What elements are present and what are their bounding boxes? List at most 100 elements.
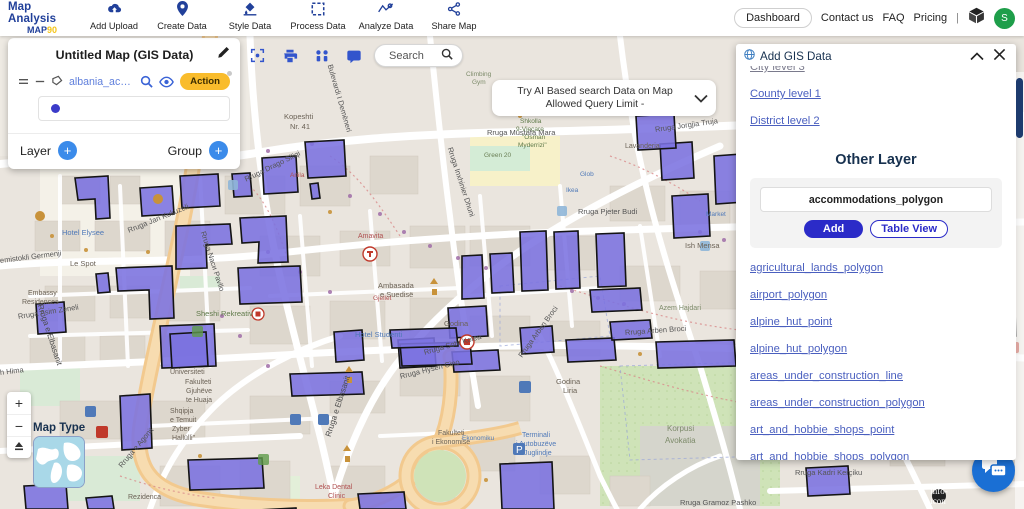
map-search-input[interactable]: Search xyxy=(374,44,463,67)
svg-text:P: P xyxy=(516,445,523,456)
comment-icon[interactable] xyxy=(342,44,365,67)
ai-search-bar[interactable]: Try AI Based search Data on Map Allowed … xyxy=(492,80,716,116)
admin-link-county-level-1[interactable]: County level 1 xyxy=(750,80,1002,107)
nav-process-data[interactable]: Process Data xyxy=(284,0,352,36)
eye-icon[interactable] xyxy=(159,76,174,88)
fullscreen-icon[interactable] xyxy=(246,44,269,67)
nav-analyze-data[interactable]: Analyze Data xyxy=(352,0,420,36)
nav-label: Style Data xyxy=(228,21,272,31)
nav-label: Analyze Data xyxy=(358,21,414,31)
page-scrollbar-thumb[interactable] xyxy=(1016,78,1023,138)
close-icon[interactable] xyxy=(991,48,1008,64)
chevron-up-icon[interactable] xyxy=(968,48,986,64)
map-pin-icon xyxy=(148,0,216,17)
other-layer-heading: Other Layer xyxy=(835,152,917,168)
ai-search-line1: Try AI Based search Data on Map xyxy=(517,86,673,97)
selected-layer-box: accommodations_polygon Add Table View xyxy=(750,178,1002,248)
search-icon xyxy=(441,48,453,63)
pricing-link[interactable]: Pricing xyxy=(914,12,948,24)
cloud-upload-icon xyxy=(80,0,148,16)
compass-icon[interactable] xyxy=(7,436,31,458)
cube-icon[interactable] xyxy=(968,7,985,29)
add-group-label: Group xyxy=(167,143,202,158)
map-type-thumbnail[interactable] xyxy=(33,436,86,488)
add-layer-button[interactable]: Layer + xyxy=(20,141,77,160)
pencil-icon[interactable] xyxy=(217,46,230,64)
main-nav: Add Upload Create Data Style Data Proces… xyxy=(80,0,488,36)
ai-search-text: Try AI Based search Data on Map Allowed … xyxy=(500,85,690,111)
zoom-to-layer-icon[interactable] xyxy=(140,75,153,88)
chevron-down-icon[interactable] xyxy=(690,91,708,106)
map-search-placeholder: Search xyxy=(389,49,424,62)
app-header: Map Analysis MAP90 Add Upload Create Dat… xyxy=(0,0,1024,36)
nav-label: Process Data xyxy=(290,21,346,31)
header-separator: | xyxy=(956,12,959,24)
zoom-out-button[interactable]: − xyxy=(7,414,31,436)
selected-layer-actions: Add Table View xyxy=(760,220,992,238)
add-gis-data-scroll-area[interactable]: City level 3 County level 1 District lev… xyxy=(736,66,1016,460)
add-group-button[interactable]: Group + xyxy=(168,141,228,160)
contact-us-link[interactable]: Contact us xyxy=(821,12,874,24)
add-layer-label: Layer xyxy=(20,143,51,158)
printer-icon[interactable] xyxy=(278,44,301,67)
admin-link-city-level-3[interactable]: City level 3 xyxy=(750,66,1002,80)
layer-link-art-and-hobbie-shops-polygon[interactable]: art_and_hobbie_shops_polygon xyxy=(750,443,1002,460)
style-color-dot xyxy=(51,104,60,113)
drag-handle-icon[interactable] xyxy=(18,75,29,89)
polygon-icon[interactable] xyxy=(51,75,63,89)
chart-line-icon xyxy=(352,0,420,16)
measure-icon[interactable] xyxy=(310,44,333,67)
map-type-switcher: Map Type xyxy=(33,422,85,488)
map-type-label: Map Type xyxy=(33,422,86,434)
chat-bubbles-icon xyxy=(981,457,1007,484)
nav-create-data[interactable]: Create Data xyxy=(148,0,216,36)
ai-search-line2: Allowed Query Limit - xyxy=(545,99,645,110)
layer-link-agricultural-lands-polygon[interactable]: agricultural_lands_polygon xyxy=(750,254,1002,281)
nav-label: Add Upload xyxy=(89,21,138,31)
add-gis-data-panel: Add GIS Data City level 3 County level 1… xyxy=(736,44,1016,460)
plus-icon: + xyxy=(58,141,77,160)
layer-link-areas-under-construction-polygon[interactable]: areas_under_construction_polygon xyxy=(750,389,1002,416)
info-icon[interactable]: info-icon xyxy=(930,486,948,506)
nav-label: Create Data xyxy=(157,21,207,31)
globe-icon xyxy=(744,49,755,63)
selected-layer-input[interactable]: accommodations_polygon xyxy=(760,187,992,212)
logo-title: Map Analysis xyxy=(8,0,57,25)
layer-link-airport-polygon[interactable]: airport_polygon xyxy=(750,281,1002,308)
layer-action-button[interactable]: Action xyxy=(180,71,232,90)
zoom-in-button[interactable]: + xyxy=(7,392,31,414)
layers-panel: Untitled Map (GIS Data) albania_accom...… xyxy=(8,38,240,169)
paint-bucket-icon xyxy=(216,0,284,16)
map-zoom-controls: + − xyxy=(7,392,31,458)
logo-subtitle: MAP90 xyxy=(26,24,57,35)
header-right: Dashboard Contact us FAQ Pricing | S xyxy=(734,7,1024,29)
add-button[interactable]: Add xyxy=(803,220,864,238)
collapse-icon[interactable] xyxy=(35,75,45,89)
map-toolbar: Search xyxy=(246,44,463,67)
page-title: Untitled Map (GIS Data) xyxy=(55,48,194,62)
nav-share-map[interactable]: Share Map xyxy=(420,0,488,36)
layers-panel-footer: Layer + Group + xyxy=(8,133,240,169)
crop-frame-icon xyxy=(284,0,352,16)
add-gis-data-title: Add GIS Data xyxy=(760,49,832,63)
layer-name[interactable]: albania_accom... xyxy=(69,76,134,88)
layer-link-alpine-hut-polygon[interactable]: alpine_hut_polygon xyxy=(750,335,1002,362)
layers-list: albania_accom... Action xyxy=(8,71,240,133)
layer-link-areas-under-construction-line[interactable]: areas_under_construction_line xyxy=(750,362,1002,389)
nav-style-data[interactable]: Style Data xyxy=(216,0,284,36)
nav-add-upload[interactable]: Add Upload xyxy=(80,0,148,36)
dashboard-button[interactable]: Dashboard xyxy=(734,8,812,28)
nav-label: Share Map xyxy=(431,21,477,31)
plus-icon: + xyxy=(209,141,228,160)
layers-panel-header: Untitled Map (GIS Data) xyxy=(8,38,240,71)
share-icon xyxy=(420,0,488,16)
layer-link-alpine-hut-point[interactable]: alpine_hut_point xyxy=(750,308,1002,335)
faq-link[interactable]: FAQ xyxy=(883,12,905,24)
layer-row[interactable]: albania_accom... Action xyxy=(18,71,232,94)
app-logo[interactable]: Map Analysis MAP90 xyxy=(0,1,80,36)
avatar[interactable]: S xyxy=(994,7,1015,29)
table-view-button[interactable]: Table View xyxy=(870,220,949,238)
admin-link-district-level-2[interactable]: District level 2 xyxy=(750,107,1002,134)
layer-link-art-and-hobbie-shops-point[interactable]: art_and_hobbie_shops_point xyxy=(750,416,1002,443)
layer-style-swatch[interactable] xyxy=(38,96,230,121)
